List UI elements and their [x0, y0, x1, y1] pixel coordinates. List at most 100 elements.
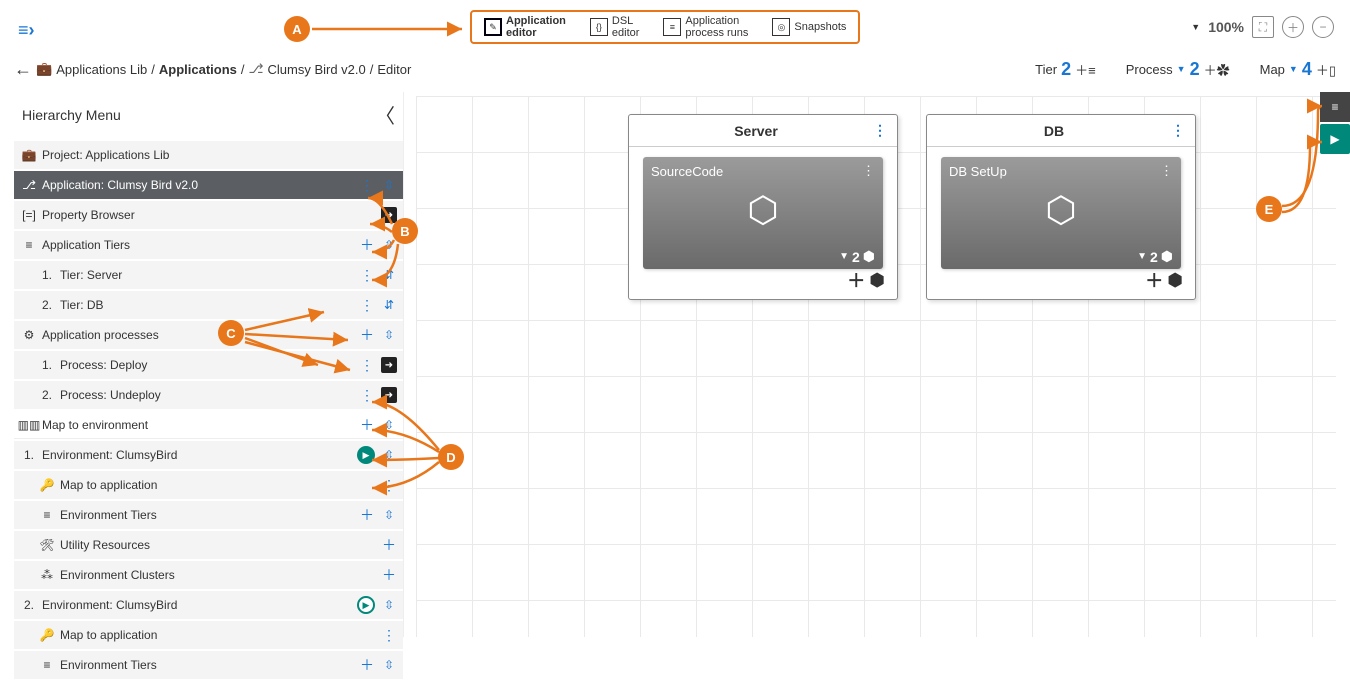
- tree-row-envtiers2[interactable]: ≡Environment Tiers＋⇳: [14, 651, 403, 679]
- tab-snapshots[interactable]: ◎ Snapshots: [760, 14, 858, 40]
- add-icon[interactable]: ＋: [359, 417, 375, 433]
- briefcase-icon: 💼: [20, 148, 38, 162]
- tree-row-appproc[interactable]: ⚙Application processes＋⇳: [14, 321, 403, 349]
- tree-row-propbrowser[interactable]: [=]Property Browser➜: [14, 201, 403, 229]
- reorder-icon[interactable]: ⇵: [381, 267, 397, 283]
- counter-tier[interactable]: Tier 2 ＋≡: [1035, 59, 1096, 80]
- more-icon[interactable]: ⋮: [359, 177, 375, 193]
- zoom-out-icon[interactable]: −: [1312, 16, 1334, 38]
- component-card[interactable]: DB SetUp⋮⬡▼2 ⬢: [941, 157, 1181, 269]
- collapse-sidebar-icon[interactable]: 〈: [375, 100, 395, 129]
- add-process-icon[interactable]: ＋✿: [1204, 60, 1230, 79]
- row-label: Tier: Server: [60, 268, 122, 282]
- add-icon[interactable]: ＋: [381, 567, 397, 583]
- open-icon[interactable]: ➜: [381, 207, 397, 223]
- tab-app-editor[interactable]: ✎ Application editor: [472, 11, 578, 43]
- more-icon[interactable]: ⋮: [359, 267, 375, 283]
- reorder-icon[interactable]: ⇵: [381, 297, 397, 313]
- menu-toggle-icon[interactable]: ≡›: [18, 20, 35, 41]
- tree-row-env2[interactable]: 2.Environment: ClumsyBird▶⇳: [14, 591, 403, 619]
- collapse-icon[interactable]: ⇳: [381, 507, 397, 523]
- caret-down-icon: ▼: [1177, 64, 1186, 74]
- collapse-icon[interactable]: ⇳: [381, 657, 397, 673]
- collapse-icon[interactable]: ⇳: [381, 597, 397, 613]
- more-icon[interactable]: ⋮: [359, 387, 375, 403]
- pencil-icon: ✎: [484, 18, 502, 36]
- tree-row-envtiers1[interactable]: ≡Environment Tiers＋⇳: [14, 501, 403, 529]
- add-icon[interactable]: ＋: [359, 327, 375, 343]
- more-icon[interactable]: ⋮: [381, 627, 397, 643]
- card-header: Server⋮: [629, 115, 897, 147]
- component-card[interactable]: SourceCode⋮⬡▼2 ⬢: [643, 157, 883, 269]
- add-icon[interactable]: ＋: [359, 507, 375, 523]
- braces-icon: {}: [590, 18, 608, 36]
- play-icon[interactable]: ▶: [357, 596, 375, 614]
- right-panel-play-icon[interactable]: ▶: [1320, 124, 1350, 154]
- tab-process-runs[interactable]: ≡ Application process runs: [651, 11, 760, 43]
- tree-row-maptoapp1[interactable]: 🔑 Map to application ⋮: [14, 471, 403, 499]
- tree-row-utilres[interactable]: 🛠Utility Resources＋: [14, 531, 403, 559]
- breadcrumb-root[interactable]: Applications Lib: [56, 62, 147, 77]
- tier-card-db[interactable]: DB⋮DB SetUp⋮⬡▼2 ⬢＋⬢: [926, 114, 1196, 300]
- back-arrow-icon[interactable]: ←: [14, 59, 32, 80]
- right-panel-menu-icon[interactable]: ≡: [1320, 92, 1350, 122]
- list-icon: ≡: [663, 18, 681, 36]
- open-icon[interactable]: ➜: [381, 357, 397, 373]
- add-map-icon[interactable]: ＋▯: [1316, 60, 1336, 79]
- props-icon: [=]: [20, 208, 38, 222]
- cube-icon: ⬢: [869, 270, 885, 291]
- key-icon: 🔑: [38, 628, 56, 642]
- branch-icon: ⎇: [20, 178, 38, 192]
- play-icon[interactable]: ▶: [357, 446, 375, 464]
- card-menu-icon[interactable]: ⋮: [1171, 122, 1185, 139]
- breadcrumb-editor[interactable]: Editor: [377, 62, 411, 77]
- add-icon[interactable]: ＋: [381, 537, 397, 553]
- collapse-icon[interactable]: ⇳: [381, 417, 397, 433]
- card-menu-icon[interactable]: ⋮: [873, 122, 887, 139]
- add-component[interactable]: ＋⬢: [1145, 267, 1183, 293]
- zoom-in-icon[interactable]: ＋: [1282, 16, 1304, 38]
- component-menu-icon[interactable]: ⋮: [862, 163, 875, 179]
- editor-canvas[interactable]: Server⋮SourceCode⋮⬡▼2 ⬢＋⬢DB⋮DB SetUp⋮⬡▼2…: [416, 96, 1336, 637]
- collapse-icon[interactable]: ⇳: [381, 177, 397, 193]
- tree-row-maptoapp2[interactable]: 🔑Map to application⋮: [14, 621, 403, 649]
- collapse-icon[interactable]: ⇳: [381, 327, 397, 343]
- add-component[interactable]: ＋⬢: [847, 267, 885, 293]
- component-menu-icon[interactable]: ⋮: [1160, 163, 1173, 179]
- more-icon[interactable]: ⋮: [381, 477, 397, 493]
- tree-row-envclusters[interactable]: ⁂Environment Clusters＋: [14, 561, 403, 589]
- tree-row-app[interactable]: ⎇Application: Clumsy Bird v2.0⋮⇳: [14, 171, 403, 199]
- tree-row-apptiers[interactable]: ≡Application Tiers＋⇳: [14, 231, 403, 259]
- counter-process[interactable]: Process ▼ 2 ＋✿: [1126, 59, 1230, 80]
- add-icon[interactable]: ＋: [359, 237, 375, 253]
- tree-row-tier2[interactable]: 2.Tier: DB⋮⇵: [14, 291, 403, 319]
- row-label: Map to application: [60, 478, 157, 492]
- open-icon[interactable]: ➜: [381, 387, 397, 403]
- add-icon[interactable]: ＋: [359, 657, 375, 673]
- tree-container: 💼Project: Applications Lib⎇Application: …: [14, 141, 403, 681]
- tree-row-env1[interactable]: 1.Environment: ClumsyBird▶⇳: [14, 441, 403, 469]
- row-number: 1.: [38, 358, 56, 372]
- tiers-icon: ≡: [38, 658, 56, 672]
- tree-row-proc2[interactable]: 2.Process: Undeploy⋮➜: [14, 381, 403, 409]
- right-tools: ≡ ▶: [1320, 92, 1350, 156]
- more-icon[interactable]: ⋮: [359, 297, 375, 313]
- tier-card-server[interactable]: Server⋮ SourceCode⋮⬡▼2 ⬢＋⬢: [628, 114, 898, 300]
- tab-dsl-editor[interactable]: {} DSL editor: [578, 11, 652, 43]
- fit-screen-icon[interactable]: ⛶: [1252, 16, 1274, 38]
- breadcrumb-app[interactable]: Clumsy Bird v2.0: [268, 62, 366, 77]
- tools-icon: 🛠: [38, 538, 56, 552]
- caret-down-icon[interactable]: ▼: [1191, 22, 1200, 32]
- zoom-controls: ▼ 100% ⛶ ＋ −: [1191, 16, 1334, 38]
- key-icon: 🔑: [38, 478, 56, 492]
- tree-row-tier1[interactable]: 1.Tier: Server⋮⇵: [14, 261, 403, 289]
- tree-row-proc1[interactable]: 1.Process: Deploy⋮➜: [14, 351, 403, 379]
- tree-row-project[interactable]: 💼Project: Applications Lib: [14, 141, 403, 169]
- counter-map[interactable]: Map ▼ 4 ＋▯: [1260, 59, 1336, 80]
- more-icon[interactable]: ⋮: [359, 357, 375, 373]
- breadcrumb-apps[interactable]: Applications: [159, 62, 237, 77]
- collapse-icon[interactable]: ⇳: [381, 447, 397, 463]
- add-tier-icon[interactable]: ＋≡: [1075, 60, 1096, 79]
- callout-d: D: [438, 444, 464, 470]
- tree-row-mapenv[interactable]: ▥▥Map to environment＋⇳: [14, 411, 403, 439]
